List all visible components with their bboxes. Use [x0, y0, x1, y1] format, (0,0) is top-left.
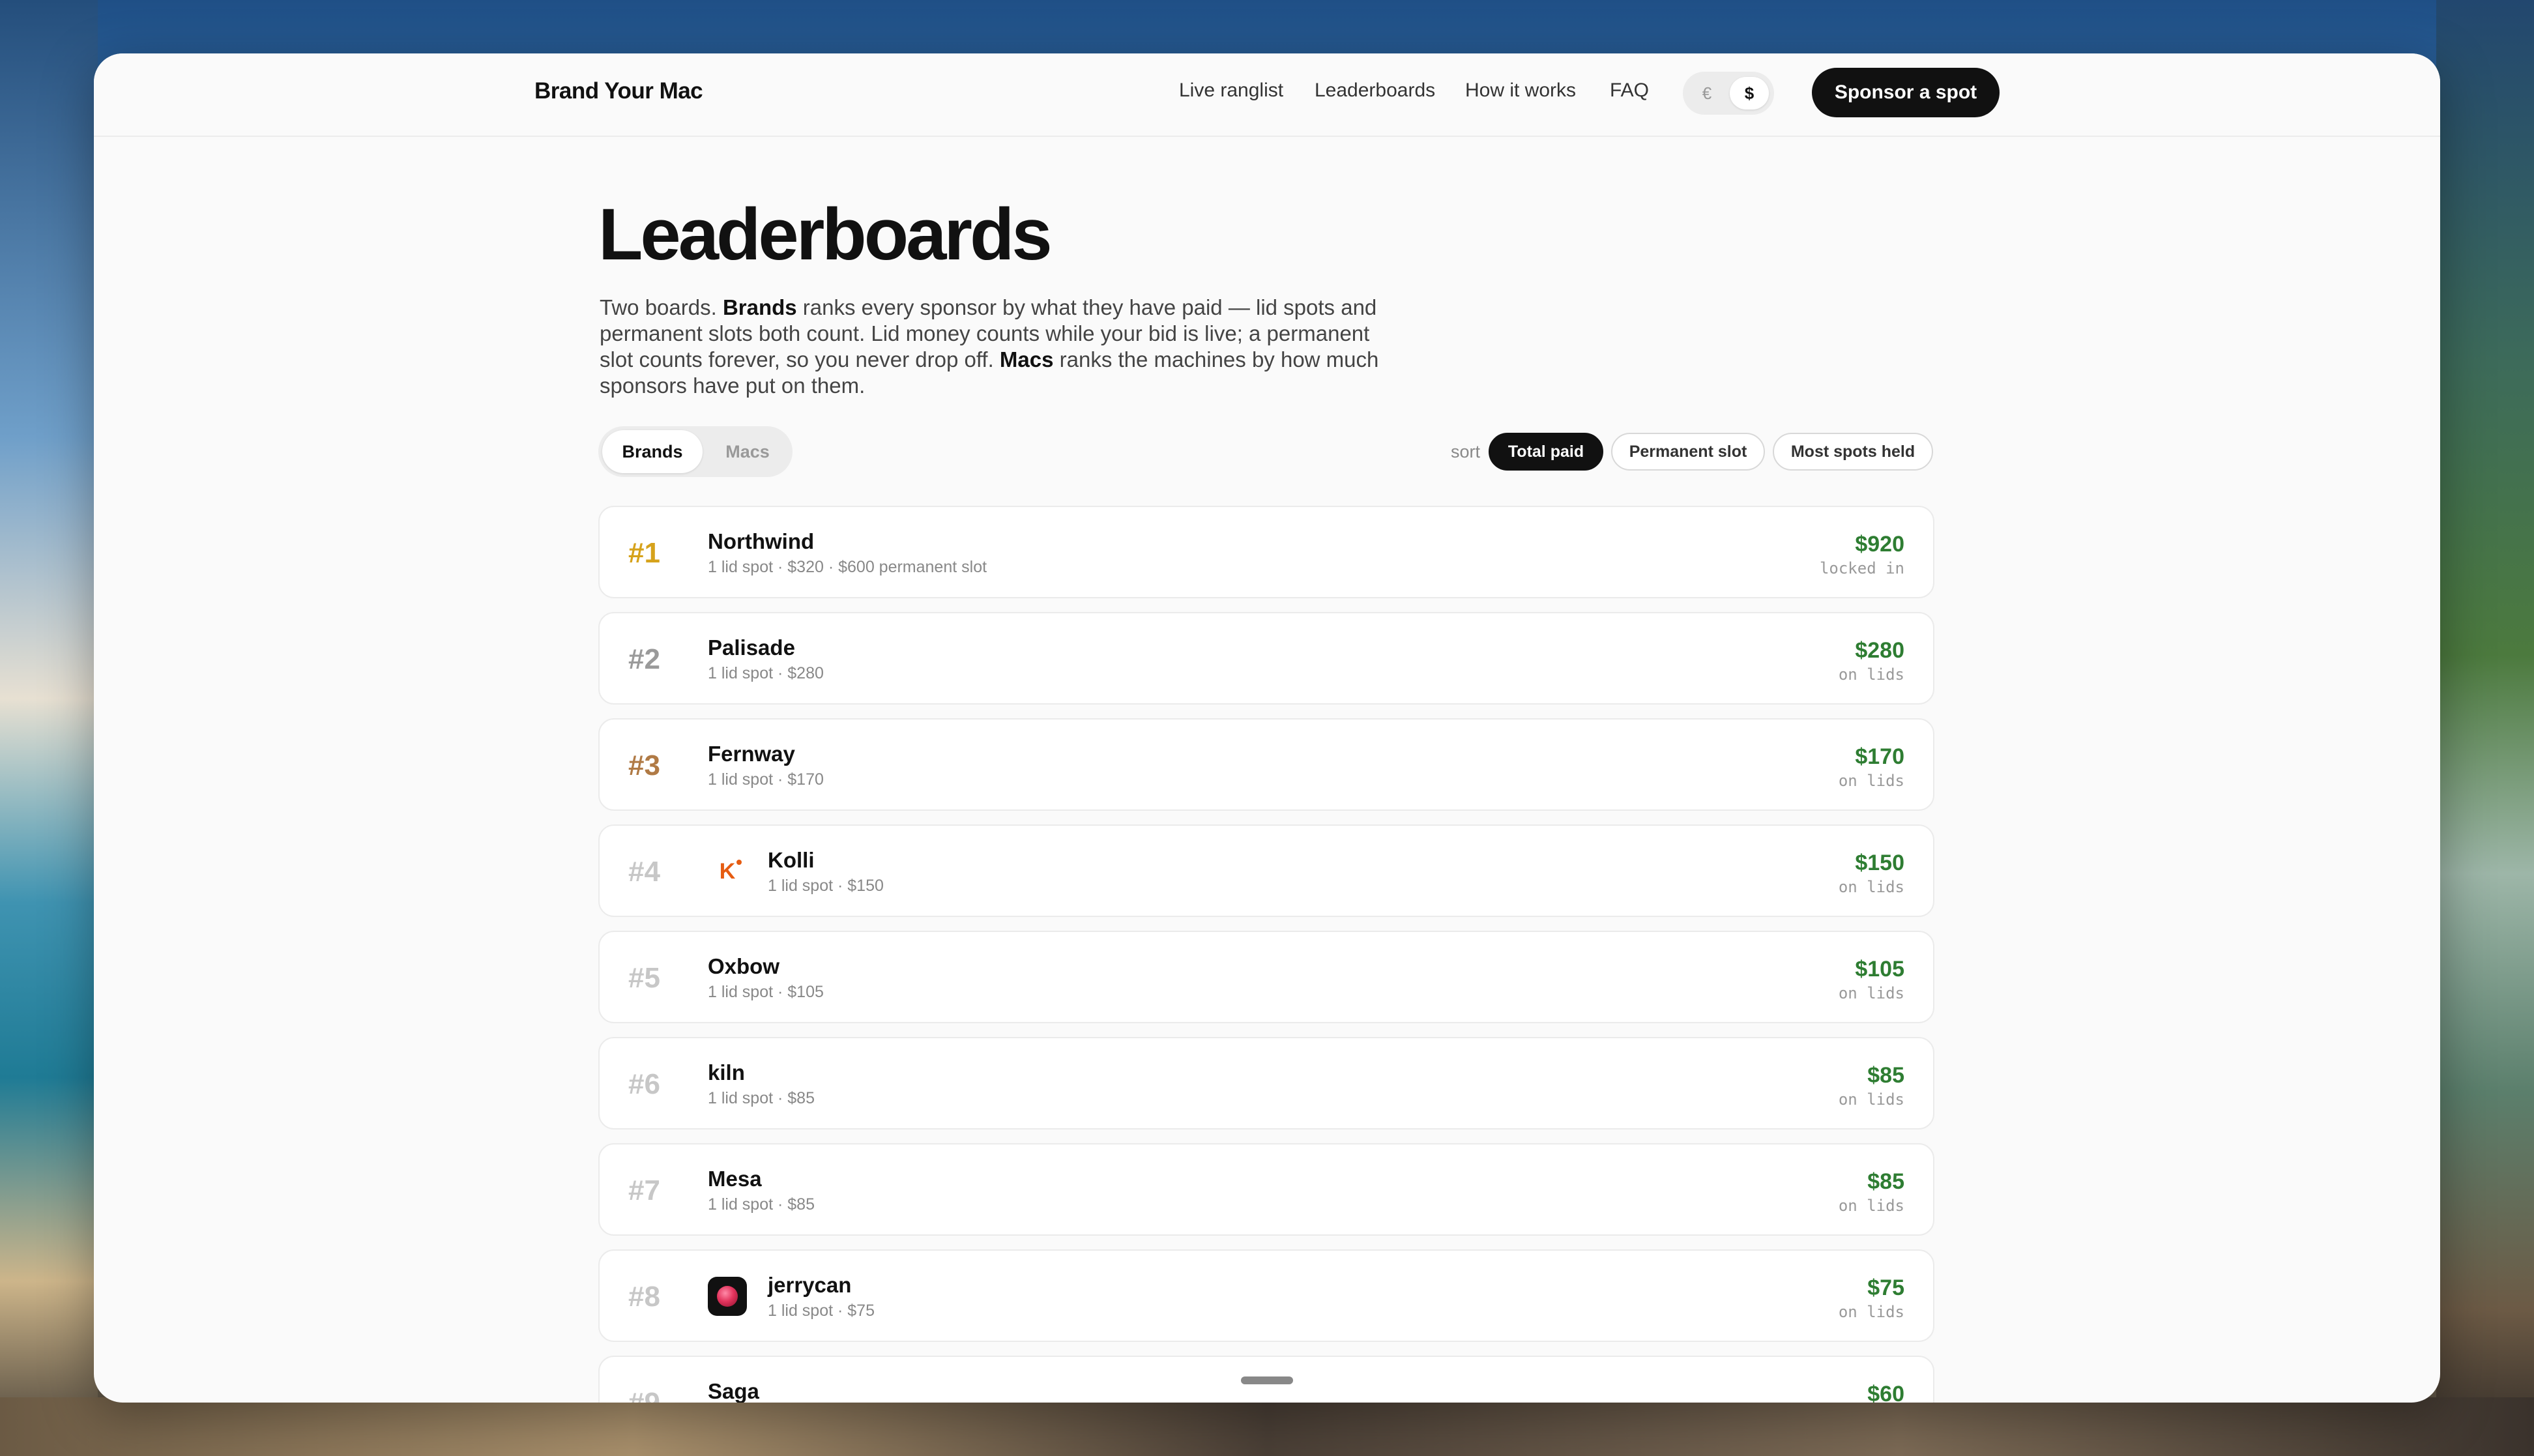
- amount: $280: [1855, 638, 1904, 663]
- sort-total-paid[interactable]: Total paid: [1489, 433, 1603, 471]
- sort-most-spots-held[interactable]: Most spots held: [1773, 433, 1933, 471]
- nav-leaderboards[interactable]: Leaderboards: [1315, 80, 1435, 102]
- leaderboard-row[interactable]: #4 K Kolli 1 lid spot · $150 $150 on lid…: [598, 824, 1934, 917]
- brand-meta: 1 lid spot · $280: [708, 664, 824, 682]
- intro-text-1: Two boards.: [600, 295, 723, 319]
- brand-meta: 1 lid spot · $170: [708, 770, 824, 789]
- rank: #4: [628, 856, 660, 888]
- kolli-logo-icon: K: [708, 852, 747, 891]
- amount: $85: [1867, 1169, 1904, 1194]
- scroll-handle[interactable]: [1241, 1376, 1293, 1384]
- nav-how-it-works[interactable]: How it works: [1465, 80, 1576, 102]
- nav-live-ranglist[interactable]: Live ranglist: [1179, 80, 1283, 102]
- brand-meta: 1 lid spot · $85: [708, 1195, 815, 1214]
- brand-name: Palisade: [708, 635, 795, 660]
- leaderboard-row[interactable]: #2 Palisade 1 lid spot · $280 $280 on li…: [598, 612, 1934, 705]
- brand-meta: 1 lid spot · $75: [768, 1302, 875, 1320]
- tab-macs[interactable]: Macs: [706, 430, 789, 473]
- brand-meta: 1 lid spot · $320 · $600 permanent slot: [708, 558, 987, 576]
- leaderboard-row[interactable]: #7 Mesa 1 lid spot · $85 $85 on lids: [598, 1143, 1934, 1236]
- rank: #2: [628, 643, 660, 675]
- amount-note: on lids: [1838, 772, 1904, 790]
- brand-name: Saga: [708, 1379, 759, 1403]
- wallpaper-right: [2436, 0, 2534, 1456]
- currency-eur-option[interactable]: €: [1688, 77, 1726, 109]
- board-toggle: Brands Macs: [598, 426, 793, 477]
- rank: #8: [628, 1281, 660, 1313]
- leaderboard-row[interactable]: #3 Fernway 1 lid spot · $170 $170 on lid…: [598, 718, 1934, 811]
- amount: $85: [1867, 1063, 1904, 1088]
- amount: $75: [1867, 1275, 1904, 1300]
- leaderboard-row[interactable]: #8 jerrycan 1 lid spot · $75 $75 on lids: [598, 1249, 1934, 1342]
- brand-name: Fernway: [708, 742, 795, 766]
- wallpaper-left: [0, 0, 98, 1456]
- page-title: Leaderboards: [598, 194, 1053, 275]
- brand-meta: 1 lid spot · $150: [768, 877, 884, 895]
- brand-name: jerrycan: [768, 1273, 852, 1297]
- rank: #9: [628, 1387, 660, 1403]
- amount: $60: [1867, 1382, 1904, 1403]
- intro-bold-brands: Brands: [722, 295, 797, 319]
- wallpaper-bottom: [0, 1397, 2534, 1456]
- page-intro: Two boards. Brands ranks every sponsor b…: [600, 295, 1408, 399]
- brand-logo[interactable]: Brand Your Mac: [534, 78, 703, 104]
- tab-brands[interactable]: Brands: [602, 430, 703, 473]
- intro-bold-macs: Macs: [999, 347, 1054, 371]
- amount-note: on lids: [1838, 1197, 1904, 1215]
- rank: #5: [628, 962, 660, 994]
- amount: $170: [1855, 744, 1904, 769]
- leaderboard-row[interactable]: #6 kiln 1 lid spot · $85 $85 on lids: [598, 1037, 1934, 1129]
- jerrycan-logo-icon: [708, 1277, 747, 1316]
- rank: #3: [628, 750, 660, 781]
- amount: $105: [1855, 957, 1904, 982]
- rank: #1: [628, 537, 660, 569]
- brand-name: Oxbow: [708, 954, 780, 978]
- browser-window: Brand Your Mac Live ranglist Leaderboard…: [94, 53, 2440, 1403]
- leaderboard-row[interactable]: #5 Oxbow 1 lid spot · $105 $105 on lids: [598, 931, 1934, 1023]
- brand-meta: 1 lid spot · $105: [708, 983, 824, 1001]
- brand-meta: 1 lid spot · $85: [708, 1089, 815, 1107]
- top-navigation: Brand Your Mac Live ranglist Leaderboard…: [94, 53, 2440, 137]
- sort-permanent-slot[interactable]: Permanent slot: [1611, 433, 1765, 471]
- currency-usd-option[interactable]: $: [1730, 77, 1769, 109]
- nav-faq[interactable]: FAQ: [1610, 80, 1649, 102]
- currency-toggle: € $: [1683, 72, 1774, 115]
- amount: $150: [1855, 851, 1904, 875]
- rank: #6: [628, 1068, 660, 1100]
- brand-name: Northwind: [708, 529, 815, 553]
- sort-label: sort: [1451, 442, 1481, 461]
- amount-note: on lids: [1838, 1090, 1904, 1109]
- amount-note: on lids: [1838, 1303, 1904, 1321]
- amount-note: on lids: [1838, 878, 1904, 896]
- rank: #7: [628, 1174, 660, 1206]
- sponsor-spot-button[interactable]: Sponsor a spot: [1812, 68, 2000, 117]
- amount-note: on lids: [1838, 984, 1904, 1002]
- amount-note: on lids: [1838, 665, 1904, 684]
- amount: $920: [1855, 532, 1904, 557]
- leaderboard-row[interactable]: #1 Northwind 1 lid spot · $320 · $600 pe…: [598, 506, 1934, 598]
- amount-note: locked in: [1819, 559, 1904, 577]
- brand-name: Kolli: [768, 848, 815, 872]
- brand-name: Mesa: [708, 1167, 762, 1191]
- brand-name: kiln: [708, 1060, 745, 1085]
